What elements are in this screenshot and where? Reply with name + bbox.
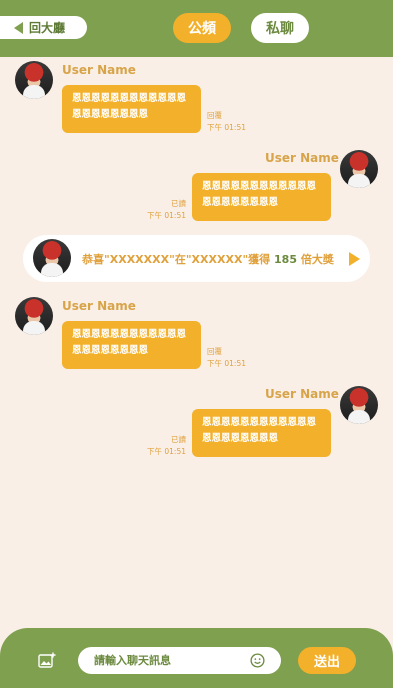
win-announcement[interactable]: 恭喜"XXXXXXX"在"XXXXXX"獲得 185 倍大獎 xyxy=(23,235,370,282)
message-time: 下午 01:51 xyxy=(207,123,246,132)
tab-public[interactable]: 公頻 xyxy=(173,13,231,43)
back-label: 回大廳 xyxy=(29,21,66,35)
avatar[interactable] xyxy=(340,386,378,424)
message-time: 下午 01:51 xyxy=(207,359,246,368)
avatar[interactable] xyxy=(340,150,378,188)
tab-private[interactable]: 私聊 xyxy=(251,13,309,43)
message-meta: 已讀 下午 01:51 xyxy=(140,434,186,458)
announcement-text: 恭喜"XXXXXXX"在"XXXXXX"獲得 185 倍大獎 xyxy=(82,251,334,267)
avatar[interactable] xyxy=(15,297,53,335)
back-arrow-icon xyxy=(14,21,23,34)
announcement-prefix: 恭喜"XXXXXXX"在"XXXXXX"獲得 xyxy=(82,253,275,266)
reply-link[interactable]: 回覆 xyxy=(207,346,246,358)
add-image-icon[interactable] xyxy=(38,652,56,668)
username: User Name xyxy=(265,387,339,401)
message-meta: 回覆 下午 01:51 xyxy=(207,110,246,134)
message-time: 下午 01:51 xyxy=(147,447,186,456)
username: User Name xyxy=(62,299,136,313)
message-time: 下午 01:51 xyxy=(147,211,186,220)
message-meta: 已讀 下午 01:51 xyxy=(140,198,186,222)
reply-link[interactable]: 回覆 xyxy=(207,110,246,122)
message-meta: 回覆 下午 01:51 xyxy=(207,346,246,370)
send-button[interactable]: 送出 xyxy=(298,647,356,674)
username: User Name xyxy=(265,151,339,165)
play-arrow-icon[interactable] xyxy=(349,252,360,266)
avatar[interactable] xyxy=(15,61,53,99)
username: User Name xyxy=(62,63,136,77)
read-status: 已讀 xyxy=(171,199,186,208)
read-status: 已讀 xyxy=(171,435,186,444)
message-bubble[interactable]: 恩恩恩恩恩恩恩恩恩恩恩恩恩恩恩恩恩恩恩恩 xyxy=(62,321,201,369)
message-bubble[interactable]: 恩恩恩恩恩恩恩恩恩恩恩恩恩恩恩恩恩恩恩恩 xyxy=(192,409,331,457)
emoji-icon[interactable] xyxy=(250,653,265,668)
message-bubble[interactable]: 恩恩恩恩恩恩恩恩恩恩恩恩恩恩恩恩恩恩恩恩 xyxy=(62,85,201,133)
chat-footer: 送出 xyxy=(0,628,393,688)
announcement-suffix: 倍大獎 xyxy=(296,253,334,266)
message-bubble[interactable]: 恩恩恩恩恩恩恩恩恩恩恩恩恩恩恩恩恩恩恩恩 xyxy=(192,173,331,221)
announcement-multiplier: 185 xyxy=(274,253,297,266)
avatar xyxy=(33,239,71,277)
header: 回大廳 公頻 私聊 xyxy=(0,0,393,57)
back-to-lobby-button[interactable]: 回大廳 xyxy=(0,16,87,39)
